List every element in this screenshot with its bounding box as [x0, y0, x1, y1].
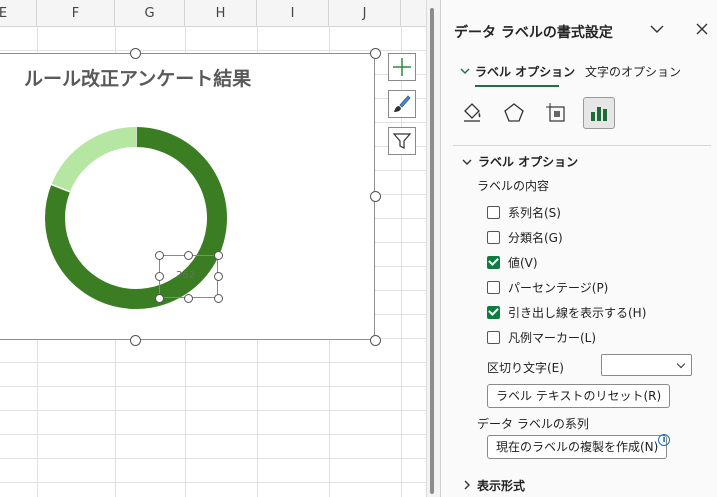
tab-text-options[interactable]: 文字のオプション [585, 63, 681, 80]
label-handle[interactable] [214, 251, 223, 260]
checkbox-category-name[interactable]: 分類名(G) [487, 229, 563, 245]
chart-resize-handle-top[interactable] [130, 48, 141, 59]
label-handle[interactable] [184, 294, 193, 303]
column-header-i[interactable]: I [257, 0, 329, 27]
chevron-right-icon[interactable] [463, 480, 471, 490]
label-handle[interactable] [155, 251, 164, 260]
grid-row-line [0, 482, 426, 483]
fill-line-icon [464, 103, 481, 122]
checkbox-label: 凡例マーカー(L) [508, 330, 597, 345]
separator-label: 区切り文字(E) [487, 361, 564, 375]
size-properties-icon [546, 103, 565, 122]
checkbox-series-name[interactable]: 系列名(S) [487, 204, 561, 220]
checkbox[interactable] [487, 230, 500, 244]
checkbox-label: パーセンテージ(P) [508, 280, 609, 295]
checkbox-label: 分類名(G) [508, 230, 563, 245]
checkbox-label: 引き出し線を表示する(H) [508, 305, 647, 320]
checkbox-label: 系列名(S) [508, 205, 561, 220]
grid-row-line [0, 410, 426, 411]
column-header-h[interactable]: H [185, 0, 257, 27]
section-header-number[interactable]: 表示形式 [477, 477, 525, 494]
grid-row-line [0, 362, 426, 363]
brush-icon [394, 95, 411, 112]
label-handle[interactable] [214, 272, 223, 281]
checkbox-legend-key[interactable]: 凡例マーカー(L) [487, 329, 596, 345]
chart-resize-handle-top-right[interactable] [370, 48, 381, 59]
checkbox-checked[interactable] [487, 255, 500, 269]
format-data-labels-pane: データ ラベルの書式設定 ラベル オプション 文字のオプション ラベル オプショ… [440, 0, 717, 497]
scrollbar-thumb[interactable] [430, 8, 434, 494]
grid-row-line [0, 458, 426, 459]
column-header-e[interactable]: E [0, 0, 37, 27]
checkbox[interactable] [487, 205, 500, 219]
separator-dropdown[interactable] [601, 354, 692, 376]
chevron-down-icon [460, 68, 470, 74]
label-handle[interactable] [214, 294, 223, 303]
close-icon[interactable] [693, 20, 711, 38]
data-label-value[interactable]: 262 [176, 270, 195, 281]
chart-styles-button[interactable] [388, 90, 416, 118]
clone-current-label-button[interactable]: 現在のラベルの複製を作成(N) [487, 435, 668, 459]
checkbox[interactable] [487, 280, 500, 294]
column-header-g[interactable]: G [115, 0, 185, 27]
effects-icon [504, 103, 524, 122]
donut-slice-2[interactable] [51, 127, 137, 193]
size-properties-button[interactable] [540, 97, 572, 129]
app-window: E F G H I J ルール改正アンケート結果 262 データ ラベルの書式設… [0, 0, 717, 497]
column-header-j[interactable]: J [329, 0, 401, 27]
grid-row-line [0, 434, 426, 435]
label-handle[interactable] [155, 294, 164, 303]
checkbox[interactable] [487, 330, 500, 344]
chart-resize-handle-right[interactable] [370, 191, 381, 202]
info-icon[interactable]: i [658, 434, 670, 446]
data-label-series-heading: データ ラベルの系列 [477, 417, 589, 431]
reset-label-text-button[interactable]: ラベル テキストのリセット(R) [487, 384, 671, 408]
divider [453, 145, 711, 146]
plus-icon [393, 58, 411, 76]
grid-row-line [0, 386, 426, 387]
checkbox-value[interactable]: 値(V) [487, 254, 538, 270]
label-handle[interactable] [155, 272, 164, 281]
checkbox-checked[interactable] [487, 305, 500, 319]
label-options-button[interactable] [583, 97, 615, 129]
fill-line-button[interactable] [456, 97, 488, 129]
label-handle[interactable] [184, 251, 193, 260]
chevron-down-icon[interactable] [462, 158, 472, 166]
chart-resize-handle-bottom-right[interactable] [370, 335, 381, 346]
effects-button[interactable] [498, 97, 530, 129]
checkbox-leader-lines[interactable]: 引き出し線を表示する(H) [487, 304, 646, 320]
label-options-icon [591, 107, 607, 121]
pane-title: データ ラベルの書式設定 [454, 25, 613, 41]
active-tab-indicator [475, 85, 559, 87]
chart-filters-button[interactable] [388, 127, 416, 155]
filter-icon [392, 133, 412, 149]
checkbox-label: 値(V) [508, 255, 538, 270]
column-header-f[interactable]: F [37, 0, 115, 27]
grid-row-line [0, 50, 426, 51]
chevron-down-icon[interactable] [648, 20, 666, 38]
section-header-label-options[interactable]: ラベル オプション [478, 153, 578, 170]
tab-label-options[interactable]: ラベル オプション [475, 63, 575, 80]
label-contents-heading: ラベルの内容 [477, 179, 550, 193]
column-header-bar: E F G H I J [0, 0, 426, 27]
chart-elements-button[interactable] [388, 53, 416, 81]
checkbox-percentage[interactable]: パーセンテージ(P) [487, 279, 608, 295]
chart-resize-handle-bottom[interactable] [130, 335, 141, 346]
